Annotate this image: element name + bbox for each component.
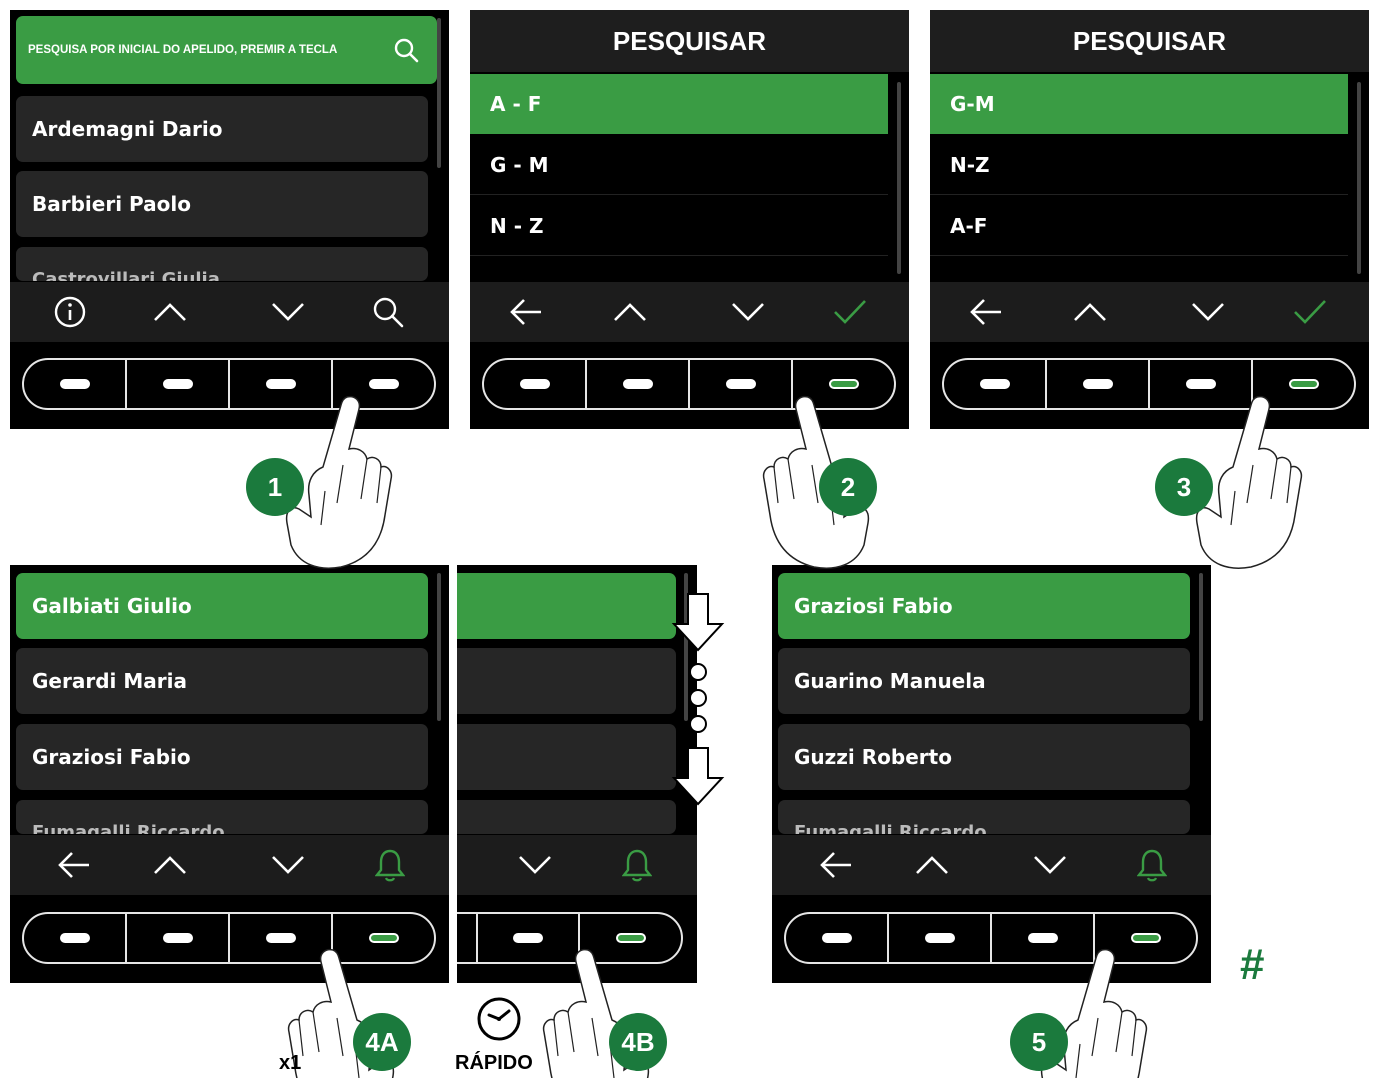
chevron-down-icon[interactable] — [258, 282, 318, 342]
list-item[interactable]: N - Z — [470, 196, 888, 256]
chevron-down-icon[interactable] — [718, 282, 778, 342]
bell-icon[interactable] — [360, 835, 420, 895]
list-item[interactable]: Guarino Manuela — [778, 648, 1190, 714]
scrollbar[interactable] — [437, 18, 441, 168]
page-title: PESQUISAR — [930, 10, 1369, 72]
step-badge: 4A — [353, 1013, 411, 1071]
search-icon[interactable] — [358, 282, 418, 342]
panel-4a-screen: Galbiati Giulio Gerardi Maria Graziosi F… — [10, 565, 449, 983]
chevron-up-icon[interactable] — [1060, 282, 1120, 342]
bell-icon[interactable] — [1122, 835, 1182, 895]
panel-5-screen: Graziosi Fabio Guarino Manuela Guzzi Rob… — [772, 565, 1211, 983]
step-badge: 3 — [1155, 458, 1213, 516]
hw-button-1[interactable] — [484, 360, 587, 408]
icon-bar — [457, 835, 697, 895]
panel-1-screen: PESQUISA POR INICIAL DO APELIDO, PREMIR … — [10, 10, 449, 429]
chevron-down-icon[interactable] — [1020, 835, 1080, 895]
list-item[interactable]: Barbieri Paolo — [16, 171, 428, 237]
check-icon[interactable] — [820, 282, 880, 342]
chevron-down-icon[interactable] — [505, 835, 565, 895]
scrollbar[interactable] — [897, 82, 901, 274]
list-item[interactable]: A - F — [470, 74, 888, 134]
icon-bar — [772, 835, 1211, 895]
icon-bar — [10, 835, 449, 895]
list-item[interactable] — [457, 648, 676, 714]
clock-icon — [477, 997, 521, 1041]
hw-button-1[interactable] — [944, 360, 1047, 408]
list-item[interactable] — [457, 724, 676, 790]
step-badge: 1 — [246, 458, 304, 516]
chevron-up-icon[interactable] — [902, 835, 962, 895]
list-item[interactable] — [457, 573, 676, 639]
hw-button-1[interactable] — [24, 360, 127, 408]
info-icon[interactable] — [40, 282, 100, 342]
fast-label: RÁPIDO — [455, 1052, 533, 1074]
search-icon — [393, 37, 419, 66]
check-icon[interactable] — [1280, 282, 1340, 342]
chevron-down-icon[interactable] — [1178, 282, 1238, 342]
press-count-label: x1 — [279, 1052, 302, 1074]
list-item[interactable]: Graziosi Fabio — [778, 573, 1190, 639]
scrollbar[interactable] — [437, 573, 441, 721]
back-arrow-icon[interactable] — [44, 835, 104, 895]
chevron-down-icon[interactable] — [258, 835, 318, 895]
hw-button-2[interactable] — [127, 914, 230, 962]
hw-button-2[interactable] — [889, 914, 992, 962]
icon-bar — [10, 282, 449, 342]
list-item[interactable]: N-Z — [930, 135, 1348, 195]
list-item[interactable]: Graziosi Fabio — [16, 724, 428, 790]
back-arrow-icon[interactable] — [496, 282, 556, 342]
list-item[interactable]: Ardemagni Dario — [16, 96, 428, 162]
panel-3-screen: PESQUISAR G-M N-Z A-F — [930, 10, 1369, 429]
list-item[interactable]: G-M — [930, 74, 1348, 134]
chevron-up-icon[interactable] — [600, 282, 660, 342]
panel-4b-screen — [457, 565, 697, 983]
page-title: PESQUISAR — [470, 10, 909, 72]
icon-bar — [470, 282, 909, 342]
back-arrow-icon[interactable] — [956, 282, 1016, 342]
search-bar[interactable]: PESQUISA POR INICIAL DO APELIDO, PREMIR … — [16, 16, 437, 84]
hw-button-2[interactable] — [587, 360, 690, 408]
list-item[interactable]: Gerardi Maria — [16, 648, 428, 714]
hw-button-2[interactable] — [127, 360, 230, 408]
list-item[interactable]: Castrovillari Giulia — [16, 247, 428, 281]
list-item[interactable]: G - M — [470, 135, 888, 195]
list-item[interactable]: A-F — [930, 196, 1348, 256]
chevron-up-icon[interactable] — [140, 835, 200, 895]
back-arrow-icon[interactable] — [806, 835, 866, 895]
hw-button-2[interactable] — [457, 914, 478, 962]
fast-scroll-arrows — [671, 593, 725, 806]
bell-icon[interactable] — [607, 835, 667, 895]
search-label: PESQUISA POR INICIAL DO APELIDO, PREMIR … — [28, 44, 338, 56]
hw-button-1[interactable] — [786, 914, 889, 962]
scrollbar[interactable] — [1199, 573, 1203, 721]
icon-bar — [930, 282, 1369, 342]
step-badge: 5 — [1010, 1013, 1068, 1071]
step-badge: 2 — [819, 458, 877, 516]
hw-button-2[interactable] — [1047, 360, 1150, 408]
hash-key-label: # — [1240, 940, 1265, 989]
scrollbar[interactable] — [1357, 82, 1361, 274]
hw-button-1[interactable] — [24, 914, 127, 962]
list-item[interactable] — [457, 800, 676, 834]
list-item[interactable]: Guzzi Roberto — [778, 724, 1190, 790]
panel-2-screen: PESQUISAR A - F G - M N - Z — [470, 10, 909, 429]
list-item[interactable]: Galbiati Giulio — [16, 573, 428, 639]
step-badge: 4B — [609, 1013, 667, 1071]
list-item[interactable]: Fumagalli Riccardo — [16, 800, 428, 834]
chevron-up-icon[interactable] — [140, 282, 200, 342]
list-item[interactable]: Fumagalli Riccardo — [778, 800, 1190, 834]
